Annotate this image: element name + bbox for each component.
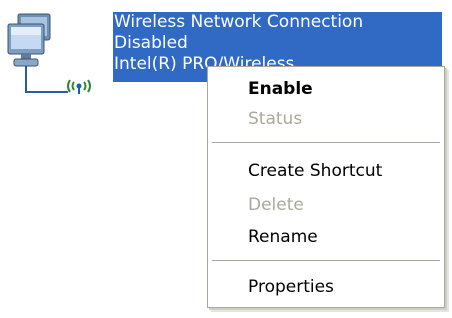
context-menu: Enable Status Create Shortcut Delete Ren… <box>207 66 445 308</box>
explorer-view: Wireless Network Connection Disabled Int… <box>0 0 452 318</box>
menu-item-enable[interactable]: Enable <box>210 75 442 103</box>
wireless-network-connection-icon[interactable] <box>4 8 108 100</box>
connection-status: Disabled <box>114 33 188 53</box>
menu-item-properties[interactable]: Properties <box>210 273 442 301</box>
menu-item-rename[interactable]: Rename <box>210 223 442 251</box>
connection-name: Wireless Network Connection <box>114 12 364 32</box>
menu-item-create-shortcut[interactable]: Create Shortcut <box>210 157 442 185</box>
menu-separator <box>212 260 440 261</box>
menu-item-delete: Delete <box>248 195 304 215</box>
menu-separator <box>212 142 440 143</box>
menu-item-status: Status <box>248 109 303 129</box>
